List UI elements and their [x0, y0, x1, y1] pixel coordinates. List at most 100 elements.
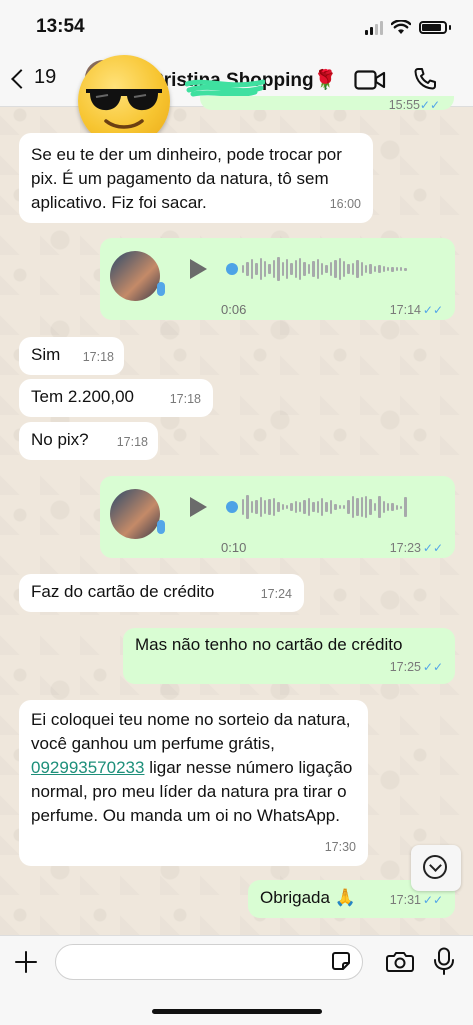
- waveform-bar: [325, 502, 328, 512]
- voice-sender-avatar: [110, 251, 160, 301]
- sticker-icon[interactable]: [331, 951, 351, 971]
- waveform-bar: [316, 501, 320, 513]
- message-text: Obrigada 🙏: [260, 888, 356, 907]
- message-text: No pix?: [31, 430, 89, 449]
- waveform-bar: [334, 504, 337, 510]
- play-icon[interactable]: [190, 497, 207, 517]
- waveform-bar: [404, 267, 407, 271]
- waveform-bar: [290, 263, 293, 275]
- plus-icon[interactable]: [14, 950, 38, 974]
- read-ticks-icon: ✓✓: [422, 541, 443, 555]
- message-bubble-incoming[interactable]: Se eu te der um dinheiro, pode trocar po…: [19, 133, 373, 223]
- waveform-bar: [312, 502, 315, 512]
- message-time: 17:18: [82, 350, 114, 364]
- voice-waveform[interactable]: [242, 256, 407, 282]
- waveform-bar: [303, 500, 306, 514]
- message-time: 17:23: [389, 541, 421, 555]
- message-time: 17:24: [260, 587, 292, 601]
- waveform-bar: [321, 498, 324, 516]
- signal-icon: [365, 20, 383, 35]
- waveform-bar: [400, 505, 403, 509]
- read-ticks-icon: ✓✓: [422, 893, 443, 907]
- waveform-bar: [303, 262, 306, 276]
- waveform-bar: [307, 498, 311, 516]
- waveform-bar: [391, 503, 394, 511]
- waveform-bar: [342, 261, 346, 277]
- message-bubble-incoming[interactable]: No pix? 17:18: [19, 422, 158, 460]
- waveform-bar: [242, 499, 245, 515]
- waveform-bar: [263, 500, 267, 514]
- message-input[interactable]: [55, 944, 363, 980]
- playback-position-dot[interactable]: [226, 263, 238, 275]
- waveform-bar: [321, 263, 324, 275]
- waveform-bar: [246, 495, 249, 519]
- waveform-bar: [378, 496, 381, 518]
- microphone-icon[interactable]: [433, 947, 455, 975]
- message-input-bar: [0, 935, 473, 1025]
- waveform-bar: [268, 499, 271, 515]
- phone-icon[interactable]: [413, 67, 437, 91]
- status-time: 13:54: [36, 16, 85, 37]
- message-bubble-incoming[interactable]: Ei coloquei teu nome no sorteio da natur…: [19, 700, 368, 866]
- waveform-bar: [378, 265, 381, 273]
- voice-waveform[interactable]: [242, 494, 407, 520]
- waveform-bar: [400, 267, 403, 271]
- message-bubble-incoming[interactable]: Faz do cartão de crédito 17:24: [19, 574, 304, 612]
- waveform-bar: [351, 263, 355, 275]
- waveform-bar: [395, 267, 399, 271]
- waveform-bar: [285, 259, 289, 279]
- waveform-bar: [272, 498, 276, 516]
- waveform-bar: [373, 266, 377, 272]
- playback-position-dot[interactable]: [226, 501, 238, 513]
- message-time: 17:18: [169, 392, 201, 406]
- message-text: Ei coloquei teu nome no sorteio da natur…: [31, 710, 351, 753]
- waveform-bar: [299, 258, 302, 280]
- message-time: 17:30: [324, 840, 356, 854]
- read-ticks-icon: ✓✓: [419, 98, 440, 112]
- message-bubble-incoming[interactable]: Sim 17:18: [19, 337, 124, 375]
- voice-duration: 0:10: [221, 540, 247, 555]
- video-call-icon[interactable]: [354, 69, 386, 91]
- message-text: Sim: [31, 345, 61, 364]
- waveform-bar: [259, 258, 262, 280]
- waveform-bar: [373, 503, 377, 511]
- voice-duration: 0:06: [221, 302, 247, 317]
- waveform-bar: [281, 262, 284, 276]
- waveform-bar: [329, 262, 333, 276]
- waveform-bar: [325, 265, 328, 273]
- waveform-bar: [360, 262, 363, 276]
- waveform-bar: [294, 260, 298, 278]
- waveform-bar: [347, 500, 350, 514]
- message-time: 17:25: [389, 660, 421, 674]
- waveform-bar: [312, 261, 315, 277]
- waveform-bar: [329, 500, 333, 514]
- scroll-to-bottom-button[interactable]: [411, 845, 461, 891]
- message-text: Faz do cartão de crédito: [31, 582, 215, 601]
- voice-message-outgoing[interactable]: 0:10 17:23 ✓✓: [100, 476, 455, 558]
- message-time: 17:14: [389, 303, 421, 317]
- phone-number-link[interactable]: 092993570233: [31, 758, 144, 777]
- waveform-bar: [395, 504, 399, 510]
- waveform-bar: [263, 261, 267, 277]
- play-icon[interactable]: [190, 259, 207, 279]
- waveform-bar: [242, 265, 245, 273]
- waveform-bar: [246, 262, 249, 276]
- waveform-bar: [259, 497, 262, 517]
- waveform-bar: [386, 267, 390, 271]
- camera-icon[interactable]: [386, 949, 414, 973]
- voice-message-outgoing[interactable]: 0:06 17:14 ✓✓: [100, 238, 455, 320]
- read-ticks-icon: ✓✓: [422, 660, 443, 674]
- waveform-bar: [364, 265, 368, 273]
- back-button[interactable]: 19: [11, 66, 56, 89]
- message-bubble-outgoing[interactable]: 15:55 ✓✓: [200, 96, 454, 112]
- waveform-bar: [356, 260, 359, 278]
- waveform-bar: [338, 505, 341, 509]
- waveform-bar: [334, 260, 337, 278]
- waveform-bar: [272, 260, 276, 278]
- waveform-bar: [342, 505, 346, 509]
- message-bubble-incoming[interactable]: Tem 2.200,00 17:18: [19, 379, 213, 417]
- message-bubble-outgoing[interactable]: Mas não tenho no cartão de crédito 17:25…: [123, 628, 455, 684]
- waveform-bar: [382, 501, 385, 513]
- waveform-bar: [255, 500, 258, 514]
- waveform-bar: [285, 505, 289, 509]
